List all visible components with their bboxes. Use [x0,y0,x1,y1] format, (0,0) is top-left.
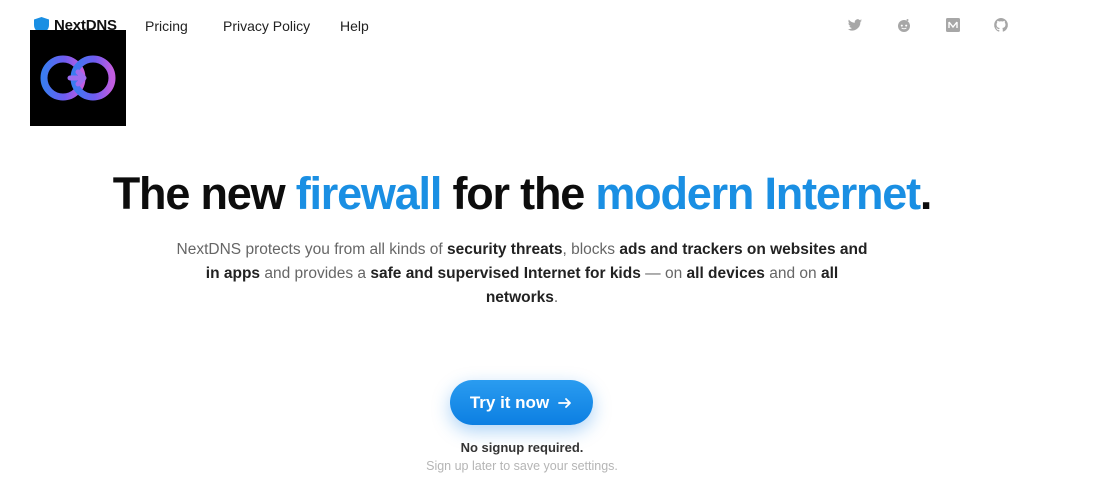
lead-bold-security-threats: security threats [447,241,563,258]
medium-icon[interactable] [945,17,961,33]
headline-highlight-firewall: firewall [295,168,443,219]
headline-part-1: The new [112,168,296,219]
github-icon[interactable] [993,17,1009,33]
no-signup-note: No signup required. [460,440,584,455]
page: NextDNS Pricing Privacy Policy Help The … [0,0,1094,500]
try-it-now-button[interactable]: Try it now [450,380,593,425]
headline-period: . [919,168,933,219]
lead-bold-safe-internet: safe and supervised Internet for kids [370,265,641,282]
nav-link-help[interactable]: Help [340,18,369,34]
lead-text: — on [640,265,687,282]
signup-later-note: Sign up later to save your settings. [426,459,618,473]
twitter-icon[interactable] [847,17,863,33]
lead-text: and provides a [260,265,371,282]
nav-link-privacy-policy[interactable]: Privacy Policy [223,18,310,34]
nav-link-pricing[interactable]: Pricing [145,18,188,34]
cta-label: Try it now [469,392,550,412]
lead-text: , blocks [562,241,620,258]
lead-text: and on [764,265,821,282]
headline-highlight-modern-internet: modern Internet [595,168,921,219]
sync-logo-icon [40,55,116,101]
hero-headline: The new firewall for the modern Internet… [0,168,1044,220]
hero-description: NextDNS protects you from all kinds of s… [172,238,872,310]
lead-text: . [553,289,559,306]
arrow-right-icon [558,397,572,408]
app-logo [30,30,126,126]
reddit-icon[interactable] [896,17,912,33]
headline-part-3: for the [441,168,596,219]
lead-bold-all-devices: all devices [686,265,765,282]
top-nav: NextDNS Pricing Privacy Policy Help [0,0,1094,56]
lead-text: NextDNS protects you from all kinds of [176,241,448,258]
